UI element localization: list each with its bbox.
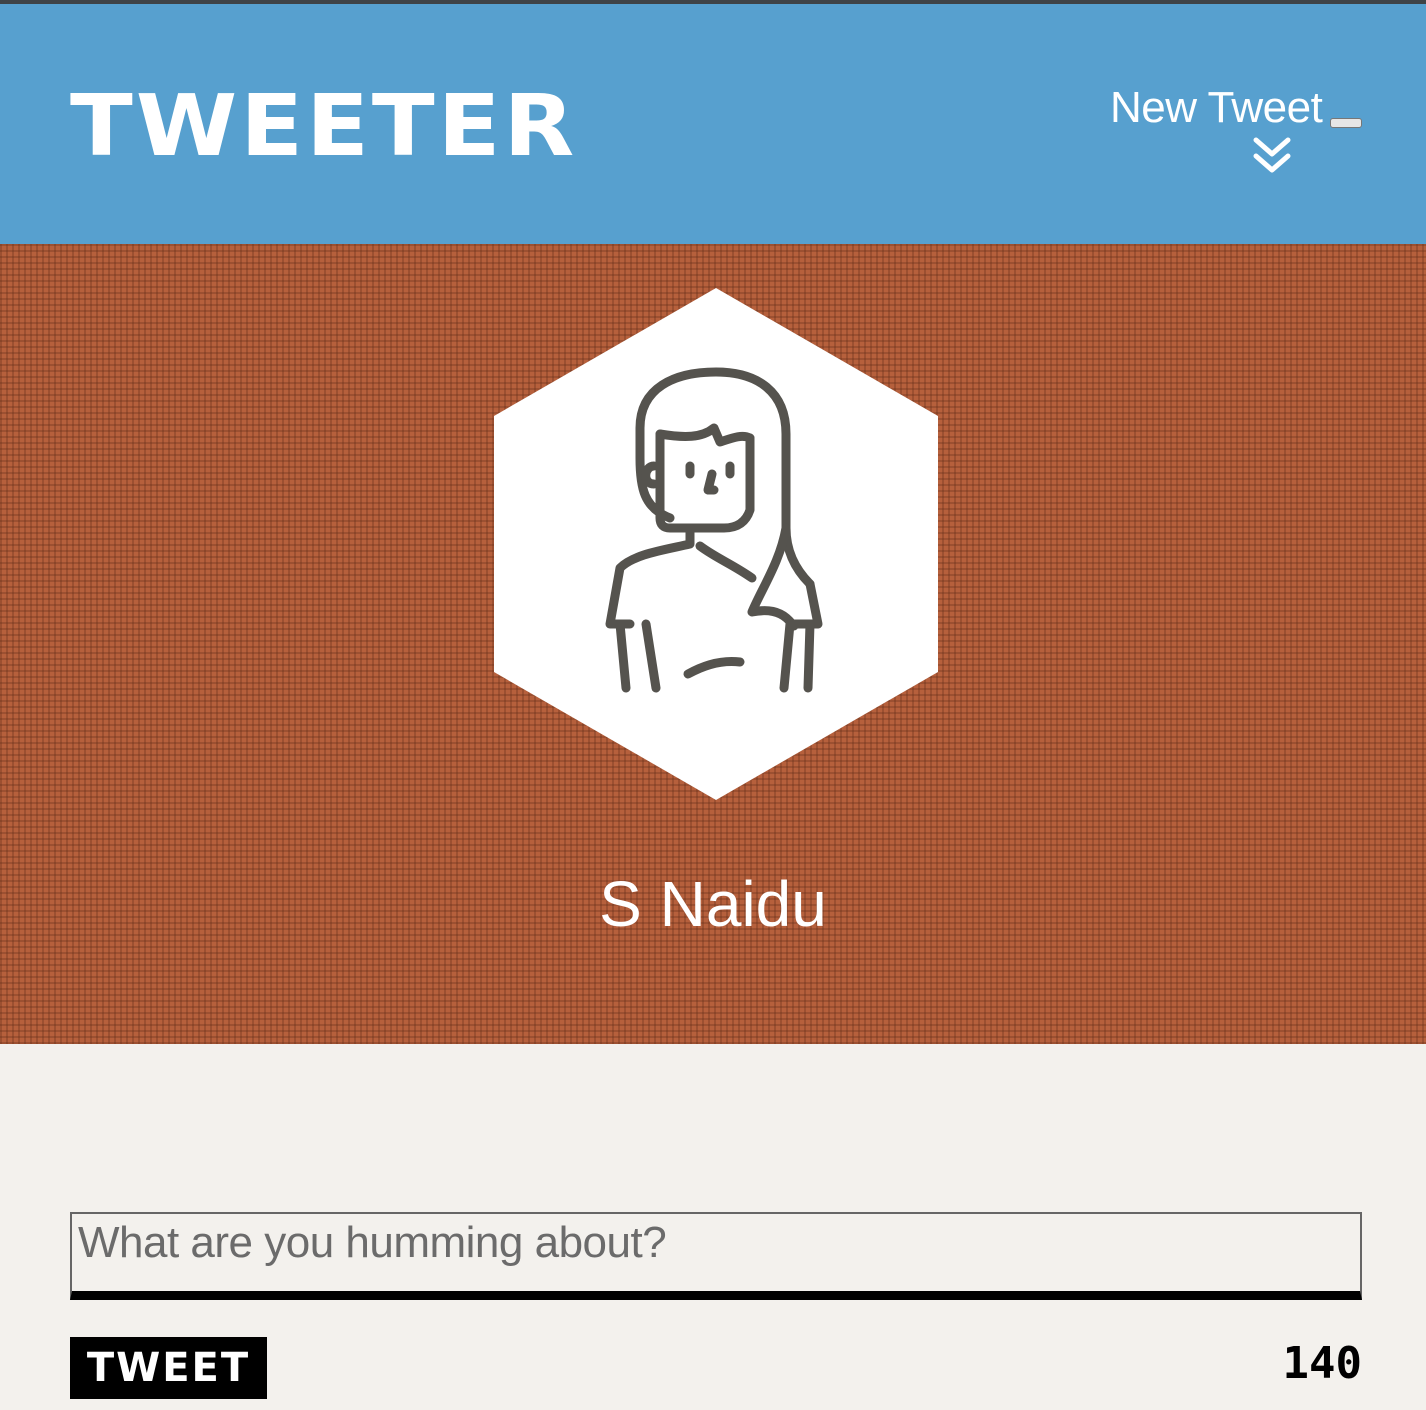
profile-name: S Naidu — [599, 868, 827, 940]
new-tweet-toggle[interactable]: New Tweet — [1110, 80, 1370, 180]
character-counter: 140 — [1282, 1338, 1362, 1389]
chevron-double-down-icon — [1253, 137, 1291, 173]
profile-banner: S Naidu — [0, 244, 1426, 1044]
toggle-indicator — [1330, 118, 1362, 128]
tweet-input[interactable] — [70, 1212, 1362, 1300]
avatar — [494, 288, 938, 800]
new-tweet-label: New Tweet — [1110, 83, 1323, 132]
app-header: TWEETER New Tweet — [0, 4, 1426, 244]
tweet-submit-button[interactable]: TWEET — [70, 1337, 267, 1399]
app-logo-title: TWEETER — [70, 76, 578, 176]
tweet-composer: TWEET 140 — [0, 1044, 1426, 1410]
